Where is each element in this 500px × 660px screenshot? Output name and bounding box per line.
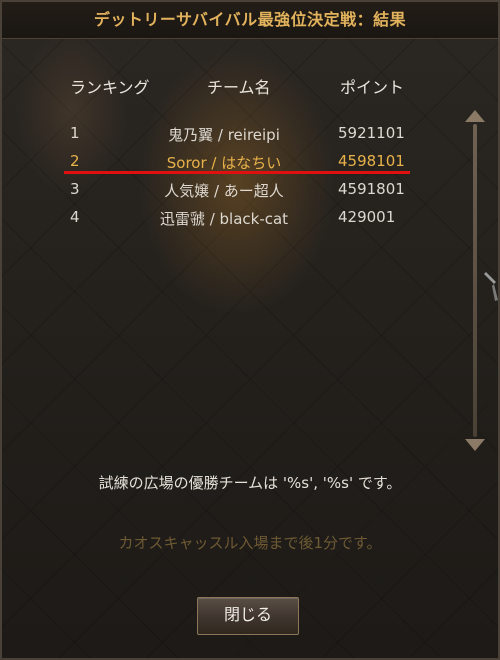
scrollbar-track[interactable] bbox=[473, 124, 477, 437]
entry-countdown-text: カオスキャッスル入場まで後1分です。 bbox=[118, 534, 382, 552]
dialog-title: デットリーサバイバル最強位決定戦：結果 bbox=[2, 2, 498, 39]
points-cell: 4591801 bbox=[338, 180, 405, 198]
winner-message: 試練の広場の優勝チームは '%s', '%s' です。 bbox=[98, 474, 402, 492]
ranking-row-selected: 2 Soror / はなちい 4598101 bbox=[2, 152, 498, 172]
ranking-row: 3 人気嬢 / あー超人 4591801 bbox=[2, 180, 498, 200]
team-cell: Soror / はなちい bbox=[166, 154, 282, 172]
points-cell: 429001 bbox=[338, 208, 396, 226]
ranking-row: 1 鬼乃翼 / reireipi 5921101 bbox=[2, 124, 498, 144]
rank-cell: 1 bbox=[70, 124, 80, 142]
header-points: ポイント bbox=[340, 78, 405, 97]
scroll-down-arrow-icon[interactable] bbox=[465, 439, 485, 451]
header-rank: ランキング bbox=[70, 78, 150, 97]
team-cell: 迅雷虢 / black-cat bbox=[159, 210, 289, 228]
scroll-up-arrow-icon[interactable] bbox=[465, 110, 485, 122]
team-cell: 人気嬢 / あー超人 bbox=[164, 182, 284, 200]
ranking-row: 4 迅雷虢 / black-cat 429001 bbox=[2, 208, 498, 228]
points-cell: 5921101 bbox=[338, 124, 405, 142]
points-cell: 4598101 bbox=[338, 152, 405, 170]
result-dialog: デットリーサバイバル最強位決定戦：結果 ランキング チーム名 ポイント 1 鬼乃… bbox=[0, 0, 500, 660]
selected-row-underline bbox=[64, 171, 410, 174]
rank-cell: 2 bbox=[70, 152, 80, 170]
rank-cell: 3 bbox=[70, 180, 80, 198]
close-button[interactable]: 閉じる bbox=[197, 597, 299, 635]
sword-icon bbox=[484, 272, 498, 301]
team-cell: 鬼乃翼 / reireipi bbox=[168, 126, 280, 144]
rank-cell: 4 bbox=[70, 208, 80, 226]
header-team: チーム名 bbox=[207, 78, 271, 97]
